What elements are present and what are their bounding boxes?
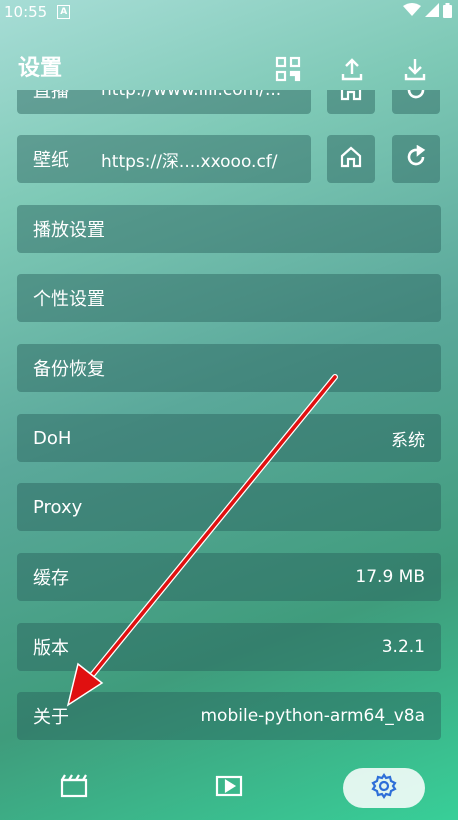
- wifi-icon: [403, 3, 421, 21]
- about-value: mobile-python-arm64_v8a: [200, 706, 426, 726]
- nav-settings[interactable]: [343, 768, 425, 808]
- download-icon[interactable]: [402, 56, 428, 82]
- qrcode-icon[interactable]: [275, 56, 301, 82]
- nav-live[interactable]: [188, 768, 270, 808]
- page-title: 设置: [18, 56, 63, 81]
- wallpaper-home-button[interactable]: [327, 135, 375, 183]
- backup-restore-row[interactable]: 备份恢复: [17, 344, 441, 392]
- home-icon: [339, 145, 363, 173]
- live-source-row[interactable]: 直播 http://www.liii.com/...: [17, 90, 311, 114]
- upload-icon[interactable]: [339, 56, 365, 82]
- live-source-label: 直播: [33, 90, 69, 102]
- live-refresh-button[interactable]: [392, 90, 440, 114]
- film-icon: [60, 774, 88, 802]
- live-home-button[interactable]: [327, 90, 375, 114]
- play-icon: [215, 774, 243, 802]
- personalization-label: 个性设置: [33, 289, 105, 310]
- bottom-navigation: [0, 764, 458, 812]
- cache-value: 17.9 MB: [355, 567, 425, 587]
- proxy-row[interactable]: Proxy: [17, 483, 441, 531]
- status-time: 10:55: [4, 3, 48, 21]
- version-label: 版本: [33, 638, 69, 659]
- live-source-value: http://www.liii.com/...: [101, 90, 282, 100]
- playback-settings-label: 播放设置: [33, 220, 105, 241]
- proxy-label: Proxy: [33, 496, 83, 518]
- about-label: 关于: [33, 707, 69, 728]
- gear-icon: [371, 773, 397, 803]
- version-value: 3.2.1: [381, 637, 425, 657]
- about-row[interactable]: 关于 mobile-python-arm64_v8a: [17, 692, 441, 740]
- doh-label: DoH: [33, 427, 72, 449]
- cache-row[interactable]: 缓存 17.9 MB: [17, 553, 441, 601]
- signal-icon: [425, 3, 439, 21]
- nav-vod[interactable]: [33, 768, 115, 808]
- version-row[interactable]: 版本 3.2.1: [17, 623, 441, 671]
- status-bar: 10:55 A: [0, 0, 458, 24]
- doh-row[interactable]: DoH 系统: [17, 414, 441, 462]
- personalization-row[interactable]: 个性设置: [17, 274, 441, 322]
- cache-label: 缓存: [33, 568, 69, 589]
- wallpaper-refresh-button[interactable]: [392, 135, 440, 183]
- refresh-icon: [404, 144, 428, 173]
- wallpaper-label: 壁纸: [33, 150, 69, 171]
- settings-list[interactable]: 直播 http://www.liii.com/... 壁纸 https://深.…: [0, 90, 458, 742]
- notification-icon: A: [57, 5, 71, 19]
- wallpaper-row[interactable]: 壁纸 https://深....xxooo.cf/: [17, 135, 311, 183]
- app-header: 设置: [0, 44, 458, 88]
- battery-icon: [443, 2, 452, 22]
- doh-value: 系统: [391, 430, 425, 451]
- wallpaper-value: https://深....xxooo.cf/: [101, 151, 278, 172]
- playback-settings-row[interactable]: 播放设置: [17, 205, 441, 253]
- backup-restore-label: 备份恢复: [33, 359, 105, 380]
